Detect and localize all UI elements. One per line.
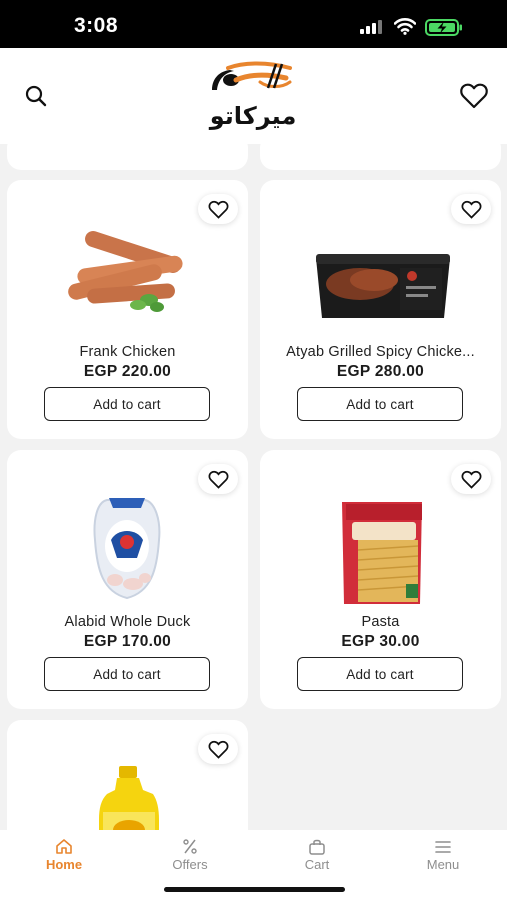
oil-bottle-image — [99, 766, 159, 830]
tab-menu[interactable]: Menu — [380, 838, 506, 878]
logo-text: ميركاتو — [209, 102, 297, 130]
bottom-tab-bar: Home Offers Cart Menu — [0, 830, 507, 900]
product-card-alabid-duck[interactable]: Alabid Whole Duck EGP 170.00 Add to cart — [7, 450, 248, 709]
percent-icon — [183, 839, 197, 854]
home-icon — [56, 839, 72, 854]
tab-menu-label: Menu — [426, 857, 460, 872]
product-card-oil[interactable] — [7, 720, 248, 830]
status-time: 3:08 — [74, 14, 119, 37]
app-logo: ميركاتو — [198, 58, 308, 134]
add-to-cart-button[interactable]: Add to cart — [44, 657, 210, 691]
tab-offers-label: Offers — [172, 857, 208, 872]
add-to-cart-button[interactable]: Add to cart — [297, 387, 463, 421]
heart-icon[interactable] — [459, 82, 489, 110]
product-price: EGP 30.00 — [341, 633, 420, 650]
grilled-chicken-tray-image — [316, 254, 450, 318]
cellular-signal-icon — [360, 20, 382, 34]
sausages-image — [68, 231, 183, 312]
tab-home[interactable]: Home — [1, 838, 127, 878]
product-card-pasta[interactable]: Pasta EGP 30.00 Add to cart — [260, 450, 501, 709]
cart-bag-icon — [309, 839, 325, 855]
whole-duck-package-image — [93, 498, 161, 600]
product-price: EGP 170.00 — [83, 633, 172, 650]
wifi-icon — [394, 18, 416, 35]
product-price: EGP 280.00 — [336, 363, 425, 380]
app-header: ميركاتو — [0, 48, 507, 144]
pasta-bag-image — [342, 502, 422, 604]
tab-home-label: Home — [45, 857, 83, 872]
product-card-frank-chicken[interactable]: Frank Chicken EGP 220.00 Add to cart — [7, 180, 248, 439]
logo-mark: ميركاتو — [209, 61, 297, 130]
status-bar: 3:08 — [0, 0, 507, 48]
battery-charging-icon — [425, 19, 462, 36]
home-indicator — [164, 887, 345, 892]
search-icon[interactable] — [22, 82, 50, 110]
product-card[interactable] — [260, 144, 501, 170]
product-name: Alabid Whole Duck — [64, 614, 191, 630]
tab-cart-label: Cart — [304, 857, 330, 872]
product-grid[interactable]: Frank Chicken EGP 220.00 Add to cart Aty… — [0, 144, 507, 830]
add-to-cart-button[interactable]: Add to cart — [297, 657, 463, 691]
product-name: Atyab Grilled Spicy Chicke... — [286, 344, 475, 360]
add-to-cart-button[interactable]: Add to cart — [44, 387, 210, 421]
menu-icon — [435, 841, 451, 853]
product-card[interactable] — [7, 144, 248, 170]
product-name: Pasta — [361, 614, 400, 630]
product-price: EGP 220.00 — [83, 363, 172, 380]
tab-offers[interactable]: Offers — [127, 838, 253, 878]
product-card-atyab-grilled[interactable]: Atyab Grilled Spicy Chicke... EGP 280.00… — [260, 180, 501, 439]
tab-cart[interactable]: Cart — [254, 838, 380, 878]
product-name: Frank Chicken — [79, 344, 176, 360]
